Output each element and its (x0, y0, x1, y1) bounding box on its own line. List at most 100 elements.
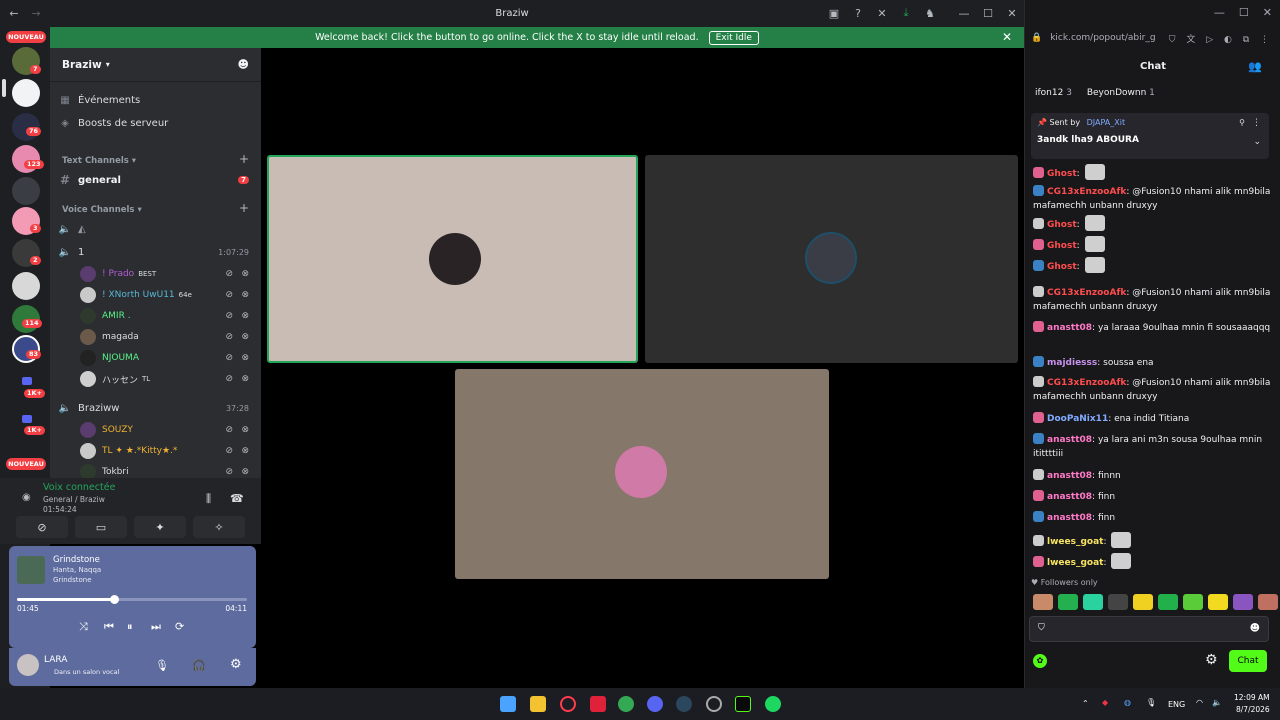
maximize-icon[interactable]: ☐ (980, 5, 996, 21)
text-category[interactable]: Text Channels ▾ (62, 156, 136, 166)
soundboard-icon[interactable]: ⫼ (206, 492, 211, 506)
chat-message[interactable]: anastt08: finn (1033, 511, 1273, 525)
add-voice-icon[interactable]: + (239, 201, 249, 215)
chat-username[interactable]: DooPaNix11 (1047, 414, 1108, 424)
extensions-icon[interactable]: ⛉ 文 ▷ ◐ ⧉ ⋮ (1169, 32, 1273, 45)
chat-message[interactable]: Ghost: (1033, 164, 1273, 181)
screenshare-button[interactable]: ▭ (75, 516, 127, 538)
voice-user[interactable]: magada ⊘ ⊗ (80, 328, 253, 346)
voice-user[interactable]: TL ✦ ★.*Kitty★.* ⊘ ⊗ (80, 442, 253, 460)
help-icon[interactable]: ? (850, 5, 866, 21)
chatter-name[interactable]: BeyonDownn (1087, 88, 1146, 98)
chat-message[interactable]: Ghost: (1033, 215, 1273, 232)
voice-user[interactable]: AMIR . ⊘ ⊗ (80, 307, 253, 325)
volume-icon[interactable]: 🔈 (1212, 698, 1222, 707)
soundboard-button[interactable]: ✧ (193, 516, 245, 538)
chat-message[interactable]: DooPaNix11: ena indid Titiana (1033, 412, 1273, 426)
exit-idle-button[interactable]: Exit Idle (708, 30, 759, 45)
boosts-item[interactable]: ◈ Boosts de serveur (58, 113, 253, 133)
emote[interactable] (1233, 594, 1253, 610)
steam-icon[interactable] (676, 696, 692, 712)
pause-icon[interactable]: ⏸ (127, 620, 133, 634)
chat-message[interactable]: majdiesss: soussa ena (1033, 356, 1273, 370)
tray-app-icon[interactable]: ◍ (1124, 698, 1131, 707)
chat-message[interactable]: CG13xEnzooAfk: @Fusion10 nhami alik mn9b… (1033, 286, 1273, 314)
start-icon[interactable] (500, 696, 516, 712)
chat-message[interactable]: anastt08: finnn (1033, 469, 1273, 483)
chat-username[interactable]: anastt08 (1047, 435, 1092, 445)
emote[interactable] (1258, 594, 1278, 610)
maximize-icon[interactable]: ☐ (1239, 6, 1249, 19)
emote[interactable] (1083, 594, 1103, 610)
minimize-icon[interactable]: — (956, 5, 972, 21)
chat-username[interactable]: anastt08 (1047, 323, 1092, 333)
inbox-icon[interactable]: ▣ (826, 5, 842, 21)
chat-username[interactable]: Ghost (1047, 169, 1077, 179)
clock-time[interactable]: 12:09 AM (1234, 693, 1270, 702)
chat-username[interactable]: anastt08 (1047, 513, 1092, 523)
pinned-message[interactable]: 📌 Sent by DJAPA_Xit 3andk lha9 ABOURA ⚲ … (1031, 113, 1269, 159)
plugin-icon[interactable]: ♞ (922, 5, 938, 21)
opera-icon[interactable] (560, 696, 576, 712)
chat-username[interactable]: lwees_goat (1047, 558, 1103, 568)
shuffle-icon[interactable]: ⤨ (79, 620, 88, 634)
server-icon[interactable] (12, 79, 40, 107)
download-icon[interactable]: ⤓ (898, 5, 914, 21)
wps-icon[interactable] (590, 696, 606, 712)
emote[interactable] (1108, 594, 1128, 610)
chat-message[interactable]: CG13xEnzooAfk: @Fusion10 nhami alik mn9b… (1033, 376, 1273, 404)
voice-user[interactable]: SOUZY ⊘ ⊗ (80, 421, 253, 439)
avatar[interactable] (17, 654, 39, 676)
emote[interactable] (1208, 594, 1228, 610)
chat-message[interactable]: CG13xEnzooAfk: @Fusion10 nhami alik mn9b… (1033, 185, 1273, 213)
voice-user[interactable]: ! XNorth UwU11 64e ⊘ ⊗ (80, 286, 253, 304)
voice-category[interactable]: Voice Channels ▾ (62, 205, 142, 215)
next-icon[interactable]: ⏭ (151, 620, 161, 634)
emoji-icon[interactable]: ☻ (1250, 623, 1260, 634)
minimize-icon[interactable]: — (1214, 6, 1225, 19)
chat-username[interactable]: CG13xEnzooAfk (1047, 187, 1126, 197)
chat-message[interactable]: anastt08: finn (1033, 490, 1273, 504)
server-icon[interactable] (12, 177, 40, 205)
voice-channel-path[interactable]: General / Braziw (43, 495, 105, 504)
emote[interactable] (1033, 594, 1053, 610)
file-explorer-icon[interactable] (530, 696, 546, 712)
chrome-icon[interactable] (618, 696, 634, 712)
participant-tile[interactable] (455, 369, 829, 579)
voice-user[interactable]: NJOUMA ⊘ ⊗ (80, 349, 253, 367)
opera-gx-icon[interactable] (706, 696, 722, 712)
microphone-icon[interactable]: 🎙 (155, 659, 169, 672)
progress-track[interactable] (17, 595, 247, 604)
chatter-name[interactable]: ifon12 (1035, 88, 1063, 98)
chat-message[interactable]: Ghost: (1033, 236, 1273, 253)
participant-tile[interactable] (267, 155, 638, 363)
settings-icon[interactable]: ⚙ (230, 657, 242, 672)
voice-status[interactable]: Voix connectée (43, 482, 115, 493)
chat-username[interactable]: Ghost (1047, 220, 1077, 230)
server-icon[interactable] (12, 272, 40, 300)
expand-icon[interactable]: ⌄ (1253, 137, 1261, 147)
voice-channel-1[interactable]: 🔈 1 1:07:29 (58, 242, 253, 262)
invite-icon[interactable]: ☻ (238, 58, 249, 71)
chat-username[interactable]: anastt08 (1047, 471, 1092, 481)
add-channel-icon[interactable]: + (239, 152, 249, 166)
folder-icon[interactable] (22, 415, 32, 423)
chat-message[interactable]: lwees_goat: (1033, 532, 1273, 549)
language-indicator[interactable]: ENG (1168, 700, 1185, 709)
channel-general[interactable]: # general 7 (58, 170, 253, 190)
users-icon[interactable]: 👥 (1248, 60, 1262, 73)
chat-message[interactable]: anastt08: ya laraaa 9oulhaa mnin fi sous… (1033, 321, 1273, 335)
emote[interactable] (1183, 594, 1203, 610)
emote[interactable] (1133, 594, 1153, 610)
camera-off-button[interactable]: ⊘ (16, 516, 68, 538)
events-item[interactable]: ▦ Événements (58, 90, 253, 110)
close-icon[interactable]: ✕ (1004, 5, 1020, 21)
more-icon[interactable]: ⋮ (1252, 118, 1261, 128)
chat-username[interactable]: majdiesss (1047, 358, 1097, 368)
headset-icon[interactable]: 🎧 (192, 659, 206, 672)
emote[interactable] (1058, 594, 1078, 610)
activities-button[interactable]: ✦ (134, 516, 186, 538)
unpin-icon[interactable]: ⚲ (1239, 118, 1245, 127)
url-text[interactable]: kick.com/popout/abir_g (1050, 33, 1155, 43)
spotify-icon[interactable] (765, 696, 781, 712)
